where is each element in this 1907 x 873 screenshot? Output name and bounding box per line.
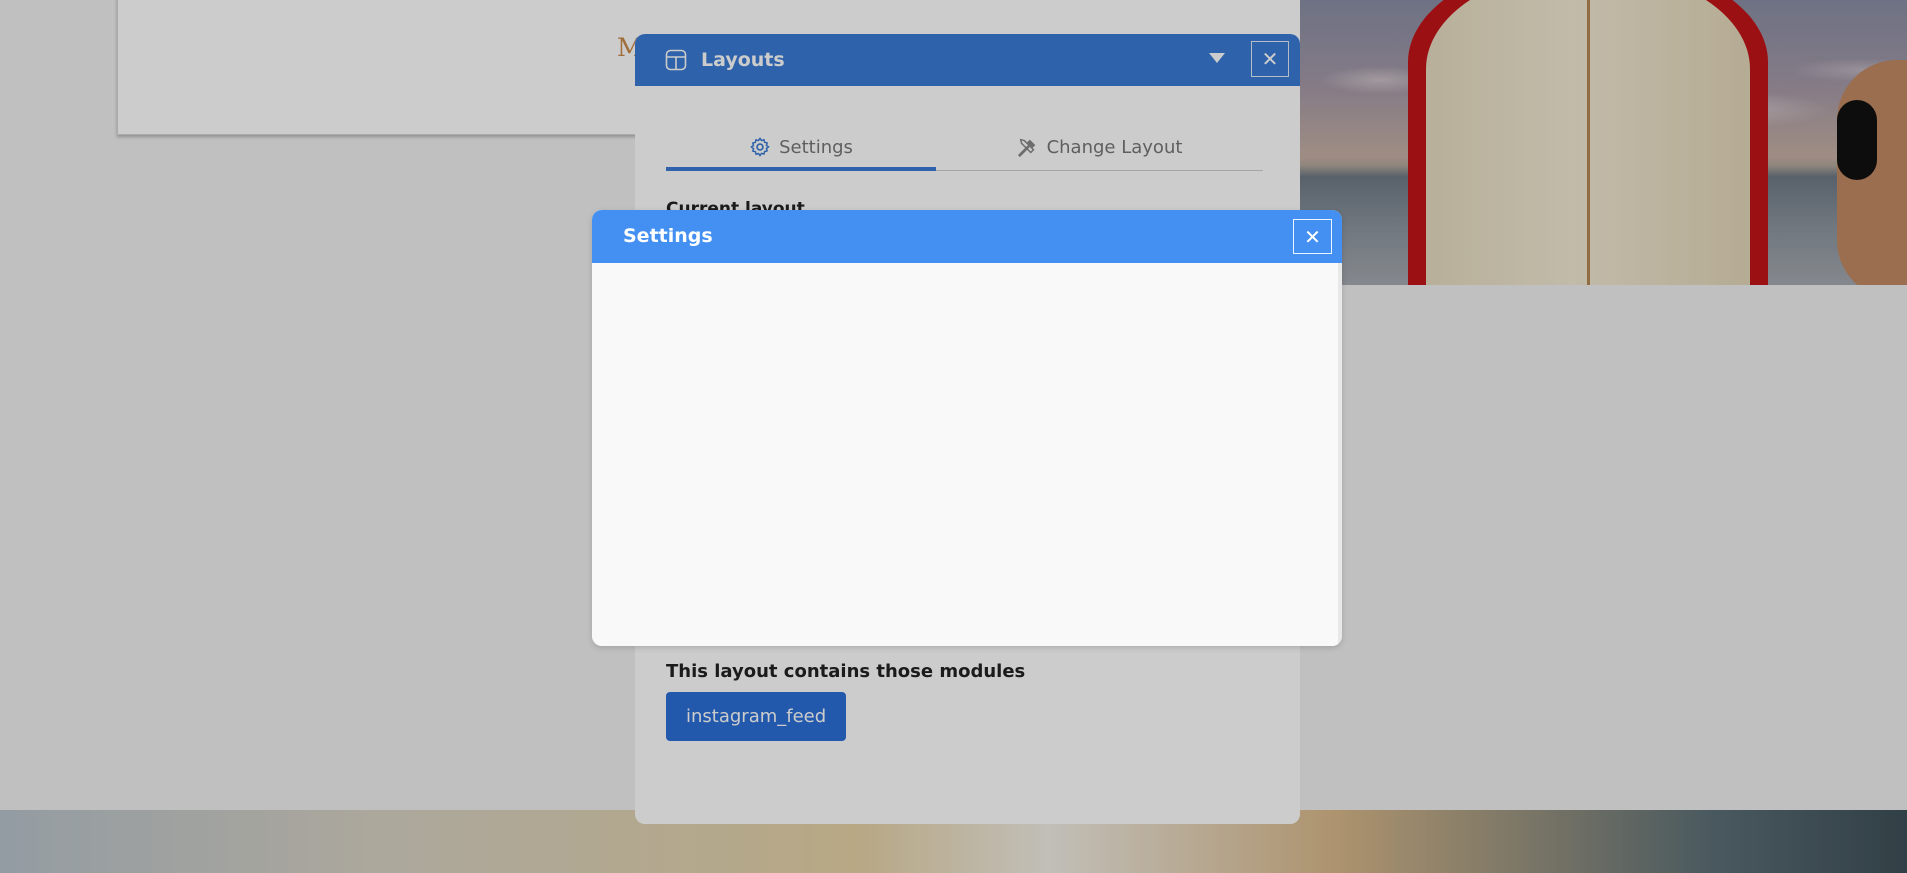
settings-dialog-title: Settings <box>623 225 713 247</box>
settings-dialog-header: Settings ✕ <box>592 210 1342 263</box>
settings-dialog-scrollbar[interactable] <box>1338 263 1342 646</box>
settings-dialog: Settings ✕ <box>592 210 1342 646</box>
settings-dialog-body <box>592 263 1338 646</box>
settings-close-button[interactable]: ✕ <box>1293 219 1332 254</box>
